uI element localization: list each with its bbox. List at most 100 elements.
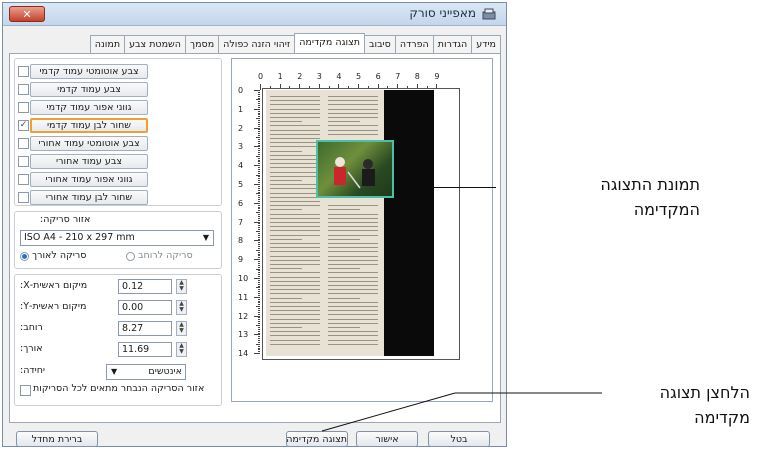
document-text-line	[328, 125, 378, 127]
tab-4[interactable]: תצוגה מקדימה	[294, 33, 365, 53]
ruler-tick	[258, 131, 260, 133]
ruler-tick	[258, 199, 260, 201]
ruler-tick	[258, 246, 260, 248]
x-origin-spinner[interactable]: ▲ ▼	[176, 279, 187, 294]
tab-1[interactable]: הגדרות	[432, 35, 473, 53]
scan-area-select[interactable]: ISO A4 - 210 x 297 mm ▼	[20, 230, 214, 246]
image-mode-checkbox[interactable]	[18, 192, 29, 203]
y-origin-input[interactable]: 0.00	[118, 300, 172, 315]
tab-3[interactable]: סיבוב	[363, 35, 396, 53]
ruler-tick	[258, 326, 260, 328]
ruler-tick	[258, 97, 260, 99]
y-origin-spinner[interactable]: ▲ ▼	[176, 300, 187, 315]
document-text-line	[270, 272, 320, 274]
tab-2[interactable]: הפרדה	[394, 35, 434, 53]
ruler-tick	[258, 338, 260, 340]
image-mode-checkbox[interactable]	[18, 138, 29, 149]
ruler-left-number: 2	[238, 123, 244, 133]
image-mode-checkbox[interactable]: ✓	[18, 120, 29, 131]
tab-8[interactable]: תמונה	[89, 35, 126, 53]
ruler-tick	[258, 170, 260, 172]
tab-0[interactable]: מידע	[471, 35, 501, 53]
document-text-line	[270, 184, 320, 186]
ruler-tick	[258, 349, 260, 351]
ruler-tick	[258, 347, 260, 349]
document-text-line	[328, 251, 378, 253]
document-text-line	[328, 297, 360, 299]
window-title: מאפייני סורק	[409, 6, 476, 20]
ruler-tick	[258, 223, 260, 225]
defaults-button[interactable]: ברירת מחדל	[16, 431, 98, 447]
image-mode-checkbox[interactable]	[18, 66, 29, 77]
landscape-radio[interactable]	[126, 252, 135, 261]
image-mode-button[interactable]: צבע עמוד אחורי	[30, 154, 148, 169]
document-text-line	[270, 192, 320, 194]
tab-5[interactable]: זיהוי הזנה כפולה	[218, 35, 296, 53]
ruler-tick	[258, 262, 260, 264]
document-text-line	[270, 264, 320, 265]
close-button[interactable]: ✕	[9, 6, 45, 22]
ruler-tick	[258, 133, 260, 135]
ruler-tick	[258, 232, 260, 234]
ruler-tick	[256, 155, 260, 157]
ruler-tick	[258, 238, 260, 240]
ruler-tick	[258, 283, 260, 285]
ruler-tick	[258, 135, 260, 137]
document-text-line	[270, 201, 320, 202]
preview-image-callout-line2: המקדימה	[633, 200, 700, 219]
ruler-left-number: 13	[238, 330, 249, 340]
tab-7[interactable]: השמטת צבע	[124, 35, 186, 53]
length-spinner[interactable]: ▲ ▼	[176, 342, 187, 357]
portrait-radio[interactable]	[20, 252, 29, 261]
ruler-tick	[258, 251, 260, 253]
image-mode-button[interactable]: גווני אפור עמוד אחורי	[30, 172, 148, 187]
image-mode-checkbox[interactable]	[18, 102, 29, 113]
document-text-line	[270, 289, 320, 291]
tab-6[interactable]: מסמך	[184, 35, 220, 53]
unit-select[interactable]: אינטשים ▼	[106, 364, 186, 380]
image-mode-button[interactable]: שחור לבן עמוד אחורי	[30, 190, 148, 205]
portrait-label: סריקה לאורך	[32, 250, 87, 261]
ruler-tick	[258, 336, 260, 338]
document-text-line	[270, 314, 320, 316]
ruler-tick	[258, 197, 260, 199]
width-input[interactable]: 8.27	[118, 321, 172, 336]
ruler-tick	[258, 345, 260, 347]
length-input[interactable]: 11.69	[118, 342, 172, 357]
ruler-tick	[258, 93, 260, 95]
image-mode-checkbox[interactable]	[18, 84, 29, 95]
document-text-line	[328, 209, 360, 211]
ruler-tick	[256, 287, 260, 289]
width-spinner[interactable]: ▲ ▼	[176, 321, 187, 336]
image-mode-button[interactable]: גווני אפור עמוד קדמי	[30, 100, 148, 115]
ruler-tick	[258, 200, 260, 202]
ruler-top-number: 3	[316, 72, 322, 81]
document-text-line	[270, 104, 320, 106]
image-mode-checkbox[interactable]	[18, 156, 29, 167]
image-mode-button[interactable]: צבע אוטומטי עמוד אחורי	[30, 136, 148, 151]
document-text-line	[328, 276, 378, 278]
document-text-line	[270, 251, 320, 253]
image-mode-button[interactable]: צבע אוטומטי עמוד קדמי	[30, 64, 148, 79]
image-mode-button[interactable]: צבע עמוד קדמי	[30, 82, 148, 97]
preview-button-callout: הלחצן תצוגה מקדימה	[590, 380, 750, 430]
ruler-tick	[256, 174, 260, 176]
ruler-tick	[258, 159, 260, 161]
document-text-line	[328, 238, 360, 240]
x-origin-input[interactable]: 0.12	[118, 279, 172, 294]
scan-area-value: ISO A4 - 210 x 297 mm	[24, 232, 135, 243]
document-text-line	[270, 96, 320, 97]
document-text-line	[270, 209, 302, 211]
ruler-tick	[258, 161, 260, 163]
document-text-line	[270, 167, 320, 169]
document-text-line	[270, 226, 320, 228]
image-mode-checkbox[interactable]	[18, 174, 29, 185]
document-text-line	[270, 150, 302, 152]
apply-all-checkbox[interactable]	[20, 385, 31, 396]
preview-photo	[316, 140, 394, 198]
document-text-line	[270, 268, 302, 270]
image-mode-button[interactable]: שחור לבן עמוד קדמי	[30, 118, 148, 133]
document-text-line	[270, 310, 320, 312]
ruler-tick	[258, 144, 260, 146]
document-text-line	[270, 121, 302, 123]
